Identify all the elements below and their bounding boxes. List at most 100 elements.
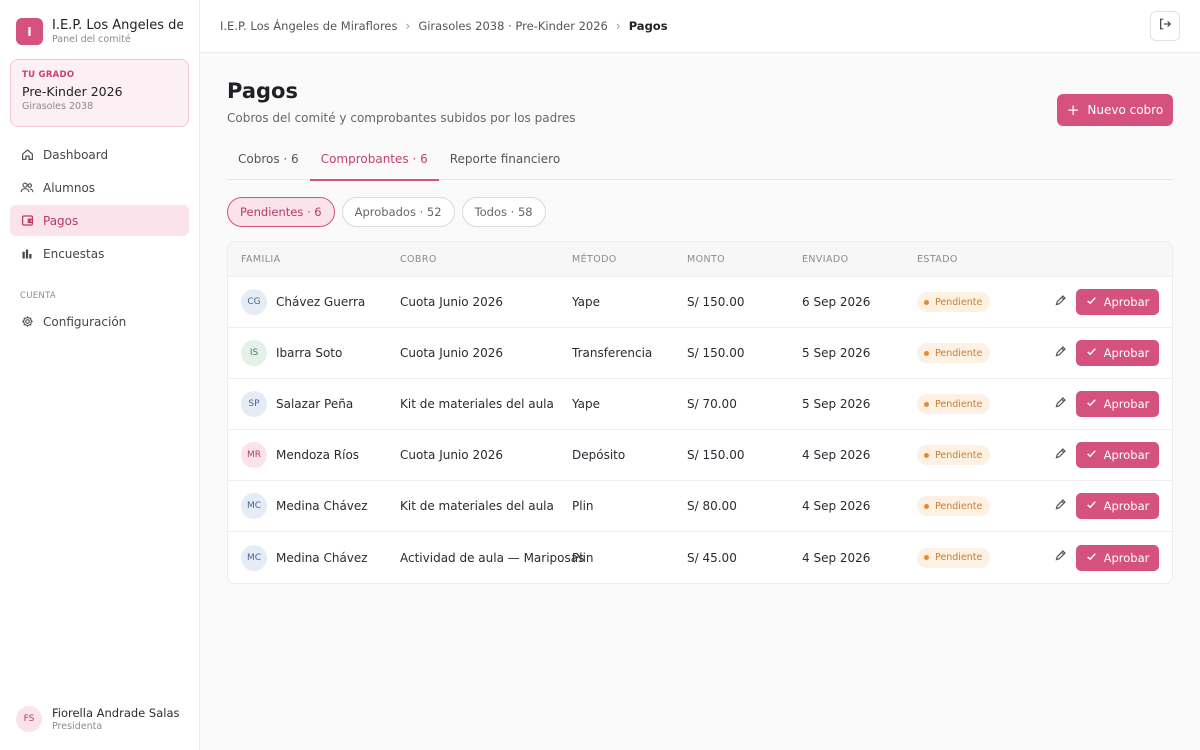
status-dot-icon [924,452,929,458]
charge-name: Actividad de aula — Mariposas [400,550,585,565]
brand-subtitle: Panel del comité [52,33,131,45]
user-profile[interactable]: FS Fiorella Andrade Salas Presidenta [16,706,180,732]
table-row[interactable]: MR Mendoza Ríos Cuota Junio 2026 Depósit… [228,430,1172,481]
status-label: Pendiente [935,552,983,563]
pencil-icon [1054,345,1067,362]
brand-name: I.E.P. Los Ángeles de … [52,17,183,33]
sidebar-item-configuracion[interactable]: Configuración [10,306,189,337]
sidebar-item-pagos[interactable]: Pagos [10,205,189,236]
tab-comprobantes[interactable]: Comprobantes · 6 [309,151,439,181]
approve-button[interactable]: Aprobar [1076,391,1159,417]
user-role: Presidenta [52,721,103,732]
sent-date: 4 Sep 2026 [802,448,871,462]
family-name: Medina Chávez [276,499,368,513]
table-row[interactable]: SP Salazar Peña Kit de materiales del au… [228,379,1172,430]
breadcrumb-grade[interactable]: Girasoles 2038 · Pre-Kinder 2026 [418,19,608,33]
edit-button[interactable] [1053,447,1067,464]
avatar: FS [16,706,42,732]
sidebar: I I.E.P. Los Ángeles de … Panel del comi… [0,0,200,750]
avatar: SP [241,391,267,417]
charge-name: Kit de materiales del aula [400,397,554,411]
approve-button[interactable]: Aprobar [1076,289,1159,315]
filter-todos[interactable]: Todos · 58 [461,197,546,227]
status-filters: Pendientes · 6 Aprobados · 52 Todos · 58 [227,197,1173,227]
sidebar-item-alumnos[interactable]: Alumnos [10,172,189,203]
grade-card[interactable]: TU GRADO Pre-Kinder 2026 Girasoles 2038 [10,59,189,127]
chevron-right-icon: › [615,19,621,33]
approve-button[interactable]: Aprobar [1076,544,1159,571]
sidebar-item-label: Pagos [43,213,79,228]
avatar: MC [241,493,267,519]
status-label: Pendiente [935,449,983,461]
column-header-cobro: COBRO [400,253,437,265]
users-icon [20,181,34,195]
grade-sub: Girasoles 2038 [22,101,94,112]
check-icon [1086,397,1104,411]
status-badge: Pendiente [917,394,991,414]
logout-button[interactable] [1150,11,1180,41]
new-charge-label: Nuevo cobro [1087,103,1164,117]
sidebar-nav: Dashboard Alumnos Pagos Encuestas [0,139,199,269]
home-icon [20,148,34,162]
charge-name: Kit de materiales del aula [400,499,554,513]
tab-cobros[interactable]: Cobros · 6 [227,151,310,180]
edit-button[interactable] [1053,550,1067,565]
column-header-familia: FAMILIA [241,253,281,265]
tabs: Cobros · 6 Comprobantes · 6 Reporte fina… [227,151,1173,181]
edit-button[interactable] [1053,345,1067,362]
status-dot-icon [924,503,929,509]
payment-method: Depósito [572,448,626,462]
brand[interactable]: I I.E.P. Los Ángeles de … Panel del comi… [0,0,199,46]
payment-method: Plin [572,550,594,565]
approve-button[interactable]: Aprobar [1076,442,1159,468]
main-content: I.E.P. Los Ángeles de Miraflores › Giras… [200,0,1200,750]
amount: S/ 150.00 [687,448,745,462]
status-dot-icon [924,350,929,356]
approve-label: Aprobar [1103,295,1150,309]
status-label: Pendiente [935,347,983,359]
filter-aprobados[interactable]: Aprobados · 52 [341,197,455,227]
table-row[interactable]: CG Chávez Guerra Cuota Junio 2026 Yape S… [228,277,1172,328]
avatar: MR [241,442,267,468]
sidebar-item-label: Encuestas [43,246,105,261]
breadcrumb-current: Pagos [628,19,668,33]
sidebar-item-dashboard[interactable]: Dashboard [10,139,189,170]
edit-button[interactable] [1053,498,1067,513]
payment-method: Yape [572,397,601,411]
avatar: MC [241,544,267,571]
table-row[interactable]: MC Medina Chávez Actividad de aula — Mar… [228,532,1172,583]
table-row[interactable]: IS Ibarra Soto Cuota Junio 2026 Transfer… [228,328,1172,379]
pencil-icon [1054,447,1067,464]
sent-date: 5 Sep 2026 [802,346,871,360]
breadcrumb-school[interactable]: I.E.P. Los Ángeles de Miraflores [220,19,398,33]
status-label: Pendiente [935,500,983,512]
plus-icon: + [1066,101,1080,119]
sent-date: 4 Sep 2026 [802,550,871,565]
pencil-icon [1054,396,1067,413]
family-name: Mendoza Ríos [276,448,360,462]
edit-button[interactable] [1053,396,1067,413]
receipts-table: FAMILIA COBRO MÉTODO MONTO ENVIADO ESTAD… [227,241,1173,584]
sent-date: 5 Sep 2026 [802,397,871,411]
approve-button[interactable]: Aprobar [1076,493,1159,519]
status-dot-icon [924,555,929,560]
charge-name: Cuota Junio 2026 [400,346,503,360]
wallet-icon [20,214,34,228]
status-label: Pendiente [935,398,983,410]
tab-reporte-financiero[interactable]: Reporte financiero [439,151,571,180]
nav-section-label: CUENTA [20,291,57,301]
check-icon [1086,448,1104,462]
sidebar-item-encuestas[interactable]: Encuestas [10,238,189,269]
pencil-icon [1054,294,1067,311]
edit-button[interactable] [1053,294,1067,311]
logout-icon [1158,17,1172,35]
sent-date: 6 Sep 2026 [802,295,871,309]
table-row[interactable]: MC Medina Chávez Kit de materiales del a… [228,481,1172,532]
status-dot-icon [924,299,929,305]
chevron-right-icon: › [405,19,411,33]
approve-button[interactable]: Aprobar [1076,340,1159,366]
amount: S/ 70.00 [687,397,737,411]
approve-label: Aprobar [1103,550,1150,565]
filter-pendientes[interactable]: Pendientes · 6 [227,197,335,227]
new-charge-button[interactable]: + Nuevo cobro [1057,94,1173,126]
